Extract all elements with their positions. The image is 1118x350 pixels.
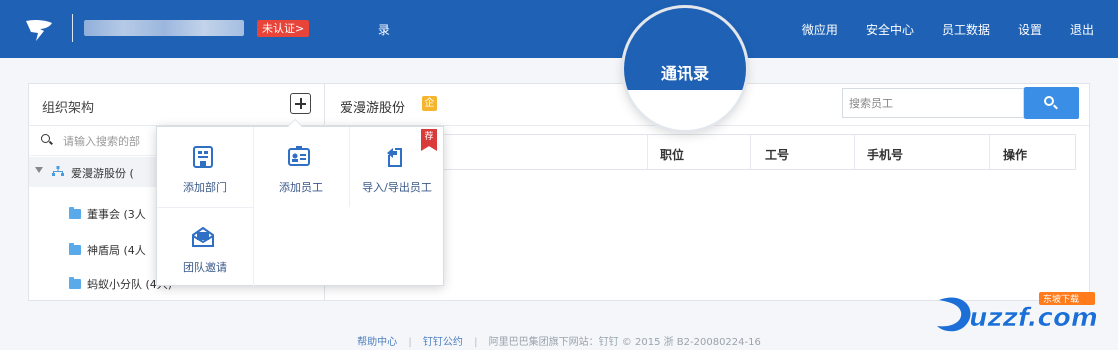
employee-search-input[interactable] <box>843 89 1013 117</box>
column-divider <box>989 135 990 169</box>
search-icon <box>41 134 50 143</box>
col-position[interactable]: 职位 <box>660 146 684 163</box>
logo-divider <box>72 14 73 42</box>
magnifier-highlight: 通讯录 <box>624 8 746 130</box>
col-employee-id[interactable]: 工号 <box>765 146 789 163</box>
top-bar: 未认证> 录 微应用 安全中心 员工数据 设置 退出 <box>0 0 1118 58</box>
help-center-link[interactable]: 帮助中心 <box>357 337 397 348</box>
watermark-text: uzzf.com <box>969 303 1098 333</box>
divider <box>253 207 254 287</box>
column-divider <box>750 135 751 169</box>
popup-arrow <box>287 119 303 127</box>
add-employee-icon <box>288 146 310 166</box>
employee-search[interactable] <box>842 88 1024 118</box>
org-structure-title: 组织架构 <box>42 101 95 116</box>
folder-icon <box>69 207 81 219</box>
footer-separator: | <box>474 337 478 348</box>
import-export-icon <box>387 148 402 167</box>
footer-copyright: 阿里巴巴集团旗下网站：钉钉 © 2015 浙 B2-20080224-16 <box>488 337 761 348</box>
watermark-badge: 东坡下载 <box>1043 293 1079 305</box>
tree-item-label: 神盾局 (4人 <box>87 244 146 257</box>
team-invite-icon <box>192 226 214 247</box>
enterprise-badge-icon: 企 <box>422 96 437 111</box>
add-employee-label: 添加员工 <box>279 181 323 194</box>
top-nav: 录 微应用 安全中心 员工数据 设置 退出 <box>378 0 1118 58</box>
nav-contacts-magnified[interactable]: 通讯录 <box>624 60 746 84</box>
search-icon <box>1044 96 1054 106</box>
footer-separator: | <box>408 337 412 348</box>
add-menu-popup: 添加部门 添加员工 导入/导出员工 荐 团队邀请 <box>156 119 444 287</box>
team-invite-label: 团队邀请 <box>183 261 227 274</box>
company-name-blurred <box>84 20 244 36</box>
add-department-icon <box>193 146 213 168</box>
folder-icon <box>69 277 81 289</box>
nav-logout[interactable]: 退出 <box>1070 21 1094 38</box>
org-name: 爱漫游股份 <box>340 101 406 116</box>
team-invite-button[interactable]: 团队邀请 <box>157 207 253 287</box>
search-button[interactable] <box>1024 87 1079 119</box>
column-divider <box>854 135 855 169</box>
import-export-label: 导入/导出员工 <box>362 181 432 194</box>
add-department-label: 添加部门 <box>183 181 227 194</box>
col-actions[interactable]: 操作 <box>1003 146 1027 163</box>
dept-search-input[interactable]: 请输入搜索的部 <box>63 133 140 149</box>
nav-employee-data[interactable]: 员工数据 <box>942 21 990 38</box>
nav-security-center[interactable]: 安全中心 <box>866 21 914 38</box>
nav-contacts-partial[interactable]: 录 <box>378 21 390 38</box>
col-phone[interactable]: 手机号 <box>867 146 903 163</box>
column-divider <box>647 135 648 169</box>
nav-micro-apps[interactable]: 微应用 <box>802 21 838 38</box>
add-employee-button[interactable]: 添加员工 <box>253 127 349 207</box>
dingtalk-logo-icon[interactable] <box>22 13 58 45</box>
add-icon[interactable] <box>290 93 311 114</box>
add-department-button[interactable]: 添加部门 <box>157 127 253 207</box>
uzzf-watermark-logo: uzzf.com 东坡下载 <box>935 292 1105 336</box>
nav-settings[interactable]: 设置 <box>1018 21 1042 38</box>
tree-root-label: 爱漫游股份 ( <box>71 167 134 180</box>
tree-item-label: 董事会 (3人 <box>87 208 146 221</box>
org-structure-header: 组织架构 <box>29 84 324 126</box>
terms-link[interactable]: 钉钉公约 <box>423 337 463 348</box>
caret-down-icon[interactable] <box>35 167 43 173</box>
uncertified-badge[interactable]: 未认证> <box>257 20 310 37</box>
folder-icon <box>69 243 81 255</box>
org-tree-icon <box>52 166 64 176</box>
